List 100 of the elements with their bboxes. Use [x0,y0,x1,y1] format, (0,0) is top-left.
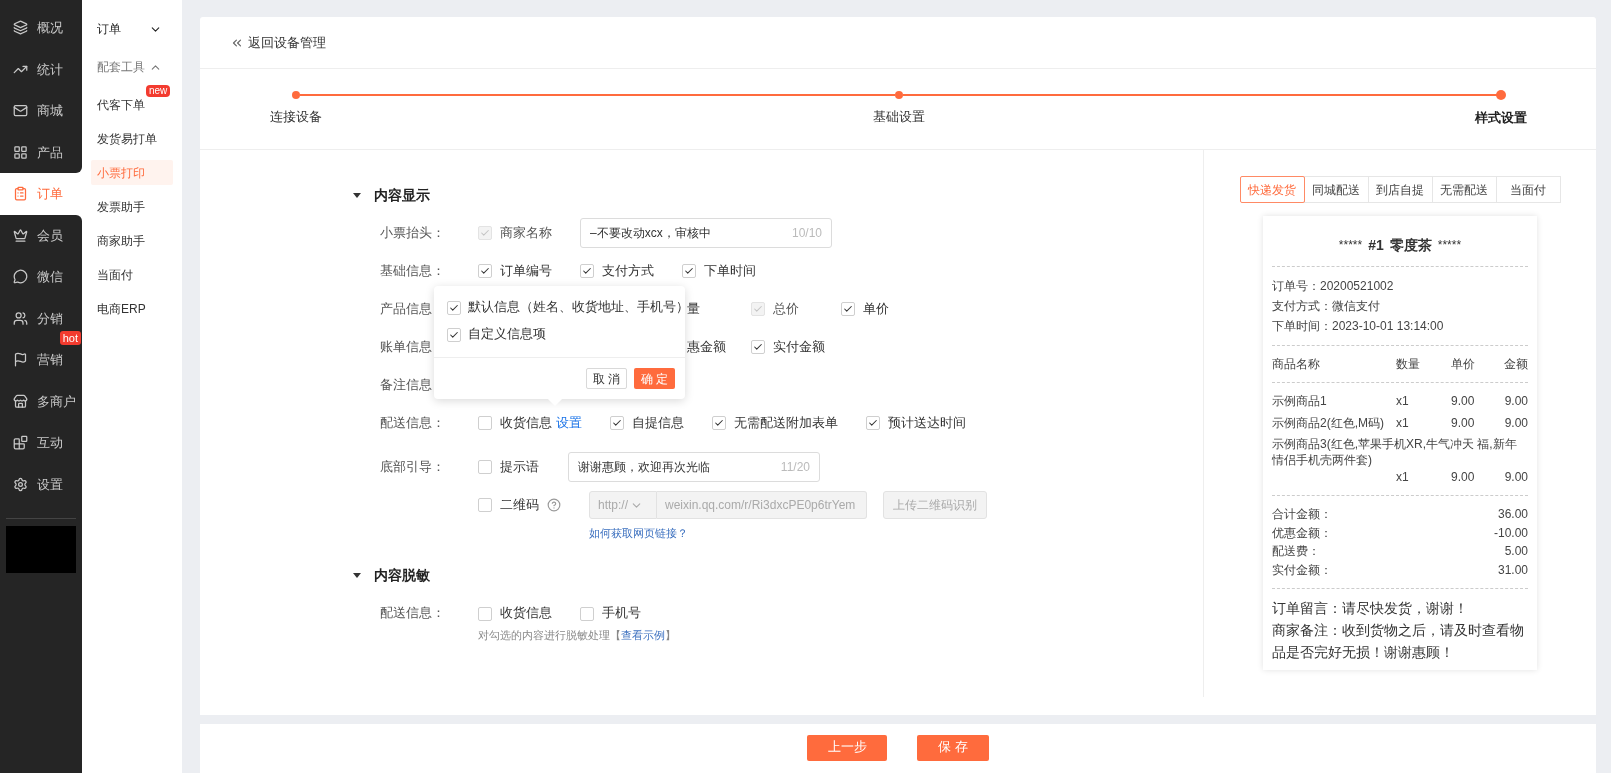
nav-icon [13,352,28,368]
text-field[interactable]: 谢谢惠顾，欢迎再次光临 11/20 [568,452,820,482]
checkbox[interactable] [478,498,492,512]
order-info: 支付方式：微信支付 [1272,298,1381,315]
product-name: 示例商品2(红色,M码) [1272,416,1384,430]
quantity: x1 [1396,469,1410,486]
total-value: 5.00 [1504,543,1528,560]
row-label: 配送信息： [380,605,445,623]
checkbox[interactable] [580,606,594,621]
row-label: 配送信息： [380,414,445,432]
row-label: 小票抬头： [380,224,445,242]
checkbox[interactable] [866,416,880,430]
nav-icon [13,476,28,492]
collapse-toggle-icon[interactable] [353,192,361,198]
checkbox-label: 无需配送附加表单 [734,414,838,432]
settings-link[interactable]: 设置 [556,413,582,433]
section-title: 内容脱敏 [374,566,430,585]
submenu-group[interactable]: 订单 [82,16,182,42]
checkbox-label: 实付金额 [773,338,825,356]
back-link[interactable]: 返回设备管理 [230,32,326,53]
row-label: 产品信息 [380,300,432,318]
row-label: 底部引导： [380,458,445,476]
nav-item[interactable]: 商城 [0,90,82,132]
submenu-group[interactable]: 配套工具 [82,54,182,80]
title-decoration: ***** [1437,237,1462,254]
delivery-tab[interactable]: 无需配送 [1431,176,1497,203]
checkbox-label: 量 [687,301,700,316]
submenu-item[interactable]: 发货易打单 [91,126,173,151]
submenu-item[interactable]: 发票助手 [91,194,173,219]
checkbox[interactable] [478,264,492,278]
checkbox[interactable] [751,340,765,354]
total-label: 优惠金额： [1272,524,1332,542]
character-counter: 11/20 [780,459,810,476]
example-link[interactable]: 查看示例 [621,628,665,641]
total-value: 36.00 [1497,506,1528,523]
text-field[interactable]: –不要改动xcx，审核中 10/10 [580,218,832,248]
logo-placeholder [6,526,76,573]
checkbox-label: 总价 [773,300,799,318]
checkbox[interactable] [682,264,696,278]
nav-item[interactable]: 概况 [0,7,82,49]
total-label: 实付金额： [1272,561,1332,579]
quantity: x1 [1396,393,1410,410]
checkbox-label: 支付方式 [602,262,654,280]
checkbox[interactable] [841,302,855,316]
field-value: –不要改动xcx，审核中 [590,225,712,242]
checkbox[interactable] [478,460,492,474]
submenu-item[interactable]: 商家助手 [91,228,173,253]
checkbox-label: 单价 [863,300,889,318]
checkbox-label: 手机号 [602,605,641,623]
step-label: 样式设置 [1475,109,1527,127]
column-header: 金额 [1503,356,1528,373]
checkbox[interactable] [447,300,461,315]
column-header: 商品名称 [1272,356,1321,373]
check-icon [449,329,459,340]
checkbox[interactable] [712,416,726,430]
nav-item[interactable]: 会员 [0,214,82,256]
collapse-toggle-icon[interactable] [353,573,361,578]
row-label: 基础信息： [380,262,445,280]
help-icon[interactable] [547,498,561,512]
nav-item[interactable]: 互动 [0,422,82,464]
unit-price: 9.00 [1451,393,1476,410]
checkbox[interactable] [610,416,624,430]
row-label: 备注信息 [380,376,432,394]
nav-icon [13,144,28,160]
delivery-tab[interactable]: 同城配送 [1303,176,1369,203]
column-header: 数量 [1396,356,1421,373]
nav-icon [13,310,28,326]
amount: 9.00 [1503,393,1528,410]
amount: 9.00 [1503,469,1528,486]
checkbox-label: 提示语 [500,458,539,476]
cancel-button[interactable]: 取 消 [586,368,627,389]
check-icon [843,304,853,314]
order-info: 订单号：20200521002 [1272,278,1395,295]
check-icon [684,266,694,276]
check-icon [480,228,490,238]
nav-icon [13,20,28,36]
nav-icon [13,227,28,243]
nav-item[interactable]: 多商户 [0,380,82,422]
checkbox-label: 商家名称 [500,224,552,242]
submenu-item[interactable]: 当面付 [91,262,173,287]
checkbox[interactable] [478,416,492,430]
nav-item[interactable]: 微信 [0,256,82,298]
delivery-tab[interactable]: 到店自提 [1367,176,1433,203]
receipt-note: 商家备注：收到货物之后，请及时查看物品是否完好无损！谢谢惠顾！ [1272,622,1525,662]
checkbox[interactable] [447,327,461,342]
nav-item[interactable]: 设置 [0,463,82,505]
checkbox-label: 惠金额 [687,339,726,354]
character-counter: 10/10 [791,225,822,242]
check-icon [612,418,622,428]
submenu-item[interactable]: 电商ERP [91,296,173,321]
option-label: 自定义信息项 [468,326,546,344]
checkbox[interactable] [478,606,492,621]
checkbox[interactable] [580,264,594,278]
nav-icon [13,186,28,202]
nav-icon [13,393,28,409]
nav-item[interactable]: 产品 [0,131,82,173]
product-name: 示例商品3(红色,苹果手机XR,牛气冲天 福,新年情侣手机壳两件套) [1272,436,1518,468]
delivery-tab[interactable]: 当面付 [1495,176,1561,203]
nav-item[interactable]: 统计 [0,48,82,90]
product-name: 示例商品1 [1272,394,1327,408]
